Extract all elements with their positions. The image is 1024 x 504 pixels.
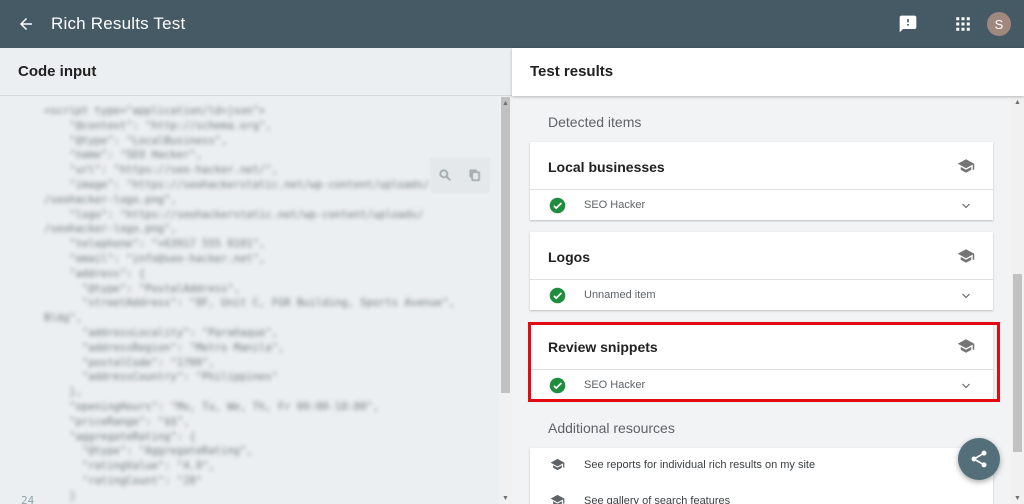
arrow-back-icon — [20, 18, 32, 30]
detected-items-label: Detected items — [548, 114, 642, 130]
code-line: Bldg", — [44, 312, 82, 325]
search-icon[interactable] — [438, 168, 452, 182]
code-line: "@type": "PostalAddress", — [44, 282, 240, 295]
code-line: "@context": "http://schema.org", — [44, 119, 272, 132]
code-line: } — [44, 489, 76, 502]
last-line-number: 24 — [21, 494, 35, 504]
code-line: "url": "https://seo-hacker.net/", — [44, 164, 278, 177]
code-line: "image": "https://seohackerstatic.net/wp… — [44, 178, 430, 191]
code-line: "@type": "LocalBusiness", — [44, 134, 228, 147]
code-lines: <script type="application/ld+json"> "@co… — [44, 105, 484, 504]
feedback-icon — [899, 15, 917, 33]
card-title: Local businesses — [548, 159, 665, 175]
code-line: "email": "info@seo-hacker.net", — [44, 252, 266, 265]
code-scrollbar-thumb[interactable] — [501, 97, 510, 393]
code-input-title: Code input — [18, 63, 97, 80]
code-editor[interactable]: <script type="application/ld+json"> "@co… — [0, 97, 499, 504]
chevron-down-icon[interactable] — [960, 200, 972, 212]
code-line: "postalCode": "1700", — [44, 356, 215, 369]
copy-icon[interactable] — [468, 168, 482, 182]
result-item-row[interactable]: SEO Hacker — [530, 191, 993, 220]
code-tools — [430, 157, 490, 193]
highlight-annotation-box — [528, 322, 1000, 402]
card-title: Logos — [548, 249, 590, 265]
code-input-panel: Code input <script type="application/ld+… — [0, 48, 512, 504]
card-header[interactable]: Logos — [530, 232, 993, 280]
code-line: /seohacker-logo.png", — [44, 223, 177, 236]
code-line: "address": { — [44, 267, 146, 280]
code-input-header: Code input — [0, 48, 512, 96]
share-icon — [971, 450, 987, 468]
check-circle-icon — [549, 287, 566, 304]
graduation-cap-icon — [550, 494, 565, 504]
code-line: "streetAddress": "8F, Unit C, FGR Buildi… — [44, 297, 455, 310]
resource-link-text: See gallery of search features — [584, 495, 731, 504]
code-line: "priceRange": "$$", — [44, 415, 190, 428]
card-logos: Logos Unnamed item — [530, 232, 993, 310]
code-line: }, — [44, 386, 82, 399]
result-item-name: SEO Hacker — [584, 199, 646, 211]
resource-link-gallery[interactable]: See gallery of search features — [530, 486, 993, 504]
check-circle-icon — [549, 197, 566, 214]
code-line: "ratingCount": "28" — [44, 474, 203, 487]
app-bar: Rich Results Test S — [0, 0, 1024, 48]
code-line: "name": "SEO Hacker", — [44, 149, 203, 162]
results-scrollbar-thumb[interactable] — [1013, 274, 1022, 452]
feedback-button[interactable] — [896, 12, 920, 36]
code-line: "openingHours": "Mo, Tu, We, Th, Fr 09:0… — [44, 400, 380, 413]
code-line: <script type="application/ld+json"> — [44, 105, 266, 117]
code-line: "logo": "https://seohackerstatic.net/wp-… — [44, 208, 424, 221]
resources-card: See reports for individual rich results … — [530, 448, 993, 504]
resource-link-text: See reports for individual rich results … — [584, 459, 816, 471]
scroll-down-arrow[interactable]: ▼ — [499, 492, 512, 504]
test-results-header: Test results — [512, 48, 1024, 96]
code-line: "telephone": "+63917 555 0101", — [44, 238, 266, 251]
additional-resources-label: Additional resources — [548, 420, 675, 436]
card-header[interactable]: Local businesses — [530, 142, 993, 190]
line-number-gutter — [0, 97, 40, 504]
code-line: "addressLocality": "Parañaque", — [44, 326, 278, 339]
scroll-down-arrow[interactable]: ▼ — [1011, 492, 1024, 504]
scroll-up-arrow[interactable]: ▲ — [1011, 96, 1024, 108]
result-item-name: Unnamed item — [584, 289, 656, 301]
graduation-cap-icon[interactable] — [957, 247, 975, 265]
share-button[interactable] — [958, 438, 1000, 480]
apps-grid-icon — [956, 17, 970, 31]
code-line: "@type": "AggregateRating", — [44, 445, 253, 458]
scroll-up-arrow[interactable]: ▲ — [499, 97, 512, 109]
chevron-down-icon[interactable] — [960, 290, 972, 302]
account-avatar[interactable]: S — [987, 12, 1011, 36]
code-line: "aggregateRating": { — [44, 430, 196, 443]
graduation-cap-icon — [550, 458, 565, 471]
test-results-panel: Test results Detected items Local busine… — [512, 48, 1024, 504]
back-button[interactable] — [14, 12, 38, 36]
code-line: "addressCountry": "Philippines" — [44, 371, 278, 384]
result-item-row[interactable]: Unnamed item — [530, 281, 993, 310]
code-line: "ratingValue": "4.9", — [44, 460, 215, 473]
graduation-cap-icon[interactable] — [957, 157, 975, 175]
test-results-title: Test results — [530, 63, 614, 80]
code-line: /seohacker-logo.png", — [44, 193, 177, 206]
code-line: "addressRegion": "Metro Manila", — [44, 341, 285, 354]
apps-button[interactable] — [951, 12, 975, 36]
card-local-businesses: Local businesses SEO Hacker — [530, 142, 993, 220]
resource-link-reports[interactable]: See reports for individual rich results … — [530, 450, 993, 480]
app-title: Rich Results Test — [51, 14, 186, 33]
